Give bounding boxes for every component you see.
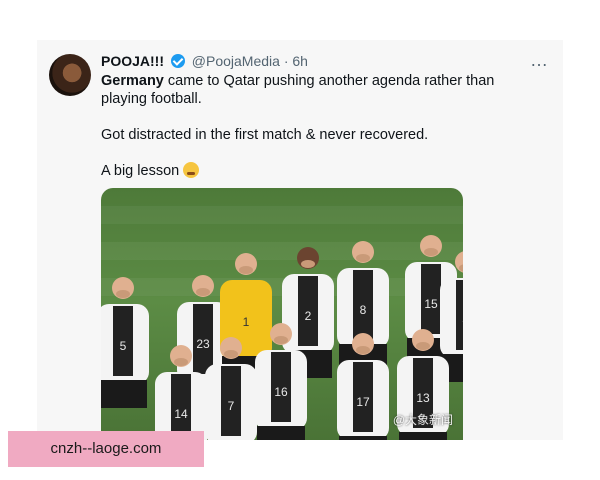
tweet-media-photo[interactable]: 231281545147161713 @大象新闻 — [101, 188, 463, 440]
team-photo-illustration: 231281545147161713 — [101, 235, 463, 440]
tweet-paragraph-3: A big lesson — [101, 162, 541, 180]
player-figure: 5 — [101, 277, 149, 408]
handle[interactable]: @PoojaMedia — [192, 53, 280, 69]
timestamp[interactable]: 6h — [292, 53, 308, 69]
mention-germany: Germany — [101, 73, 164, 89]
tweet-line-3: A big lesson — [101, 163, 180, 179]
tweet-text: Germany came to Qatar pushing another ag… — [101, 72, 541, 180]
shirt-number: 13 — [416, 391, 430, 405]
shirt-number: 8 — [360, 303, 367, 317]
site-banner: cnzh--laoge.com — [8, 431, 204, 467]
tweet-paragraph-1: Germany came to Qatar pushing another ag… — [101, 72, 541, 108]
shirt-number: 16 — [274, 385, 288, 399]
verified-badge-icon — [170, 54, 185, 68]
more-options-icon[interactable]: … — [530, 50, 549, 71]
tired-face-emoji — [183, 162, 200, 178]
display-name[interactable]: POOJA!!! — [101, 53, 164, 69]
shirt-number: 14 — [174, 407, 188, 421]
shirt-number: 23 — [196, 337, 210, 351]
tweet-paragraph-2: Got distracted in the first match & neve… — [101, 127, 429, 143]
shirt-number: 1 — [243, 315, 250, 329]
shirt-number: 2 — [305, 309, 312, 323]
avatar[interactable] — [49, 54, 91, 96]
separator: · — [283, 53, 289, 69]
shirt-number: 17 — [356, 395, 370, 409]
shirt-number: 15 — [424, 297, 438, 311]
shirt-number: 5 — [120, 339, 127, 353]
watermark: @大象新闻 — [392, 413, 453, 427]
shirt-number: 7 — [228, 399, 235, 413]
tweet-header: POOJA!!! @PoojaMedia · 6h — [101, 53, 308, 69]
tweet-card[interactable]: POOJA!!! @PoojaMedia · 6h … Germany came… — [37, 40, 563, 440]
